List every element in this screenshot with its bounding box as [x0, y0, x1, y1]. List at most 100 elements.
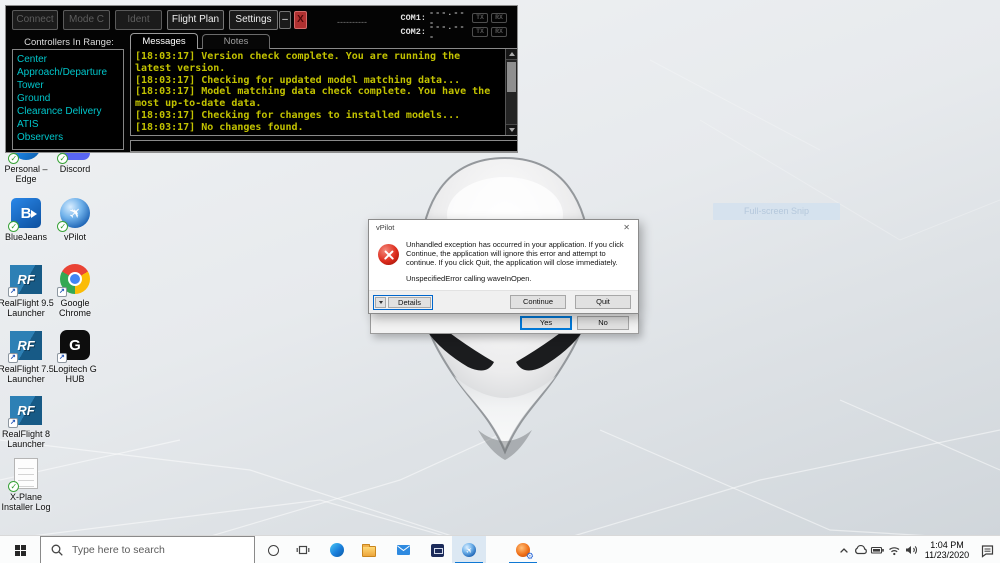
controller-group-tower[interactable]: Tower: [17, 79, 119, 92]
scroll-up-arrow[interactable]: [506, 49, 517, 60]
com1-tx-indicator[interactable]: TX: [472, 13, 488, 23]
search-icon: [50, 543, 64, 557]
connect-button[interactable]: Connect: [12, 10, 58, 30]
flight-plan-button[interactable]: Flight Plan: [167, 10, 224, 30]
clock-time: 1:04 PM: [920, 540, 974, 550]
shortcut-arrow-badge: [8, 353, 18, 363]
battery-icon: [870, 543, 885, 557]
system-tray: 1:04 PM 11/23/2020: [835, 536, 1000, 563]
desktop-icon-label: Logitech G HUB: [53, 364, 97, 384]
minimize-button[interactable]: –: [279, 11, 291, 29]
controllers-list: Center Approach/Departure Tower Ground C…: [12, 49, 124, 150]
desktop: Full-screen Snip Personal – Edge Discord…: [0, 0, 1000, 563]
desktop-icon-label: Discord: [60, 164, 91, 174]
confirm-dialog: Yes No: [370, 314, 639, 334]
wifi-tray-button[interactable]: [886, 536, 903, 563]
controller-group-atis[interactable]: ATIS: [17, 118, 119, 131]
taskbar-installer-app[interactable]: [506, 536, 540, 563]
taskbar-vpilot[interactable]: ✈: [452, 536, 486, 563]
cortana-button[interactable]: [256, 536, 290, 563]
mail-icon: [397, 545, 410, 555]
taskbar-edge[interactable]: [320, 536, 354, 563]
desktop-icon-label: Personal – Edge: [4, 164, 47, 184]
taskbar-search[interactable]: [40, 536, 255, 563]
error-message: Unhandled exception has occurred in your…: [406, 241, 632, 284]
orange-gear-app-icon: [516, 543, 530, 557]
task-view-button[interactable]: [286, 536, 320, 563]
error-icon: [378, 244, 399, 265]
taskbar-dark-app[interactable]: [420, 536, 454, 563]
com2-frequency: ---.---: [429, 22, 469, 42]
quit-button[interactable]: Quit: [575, 295, 631, 309]
controller-group-center[interactable]: Center: [17, 53, 119, 66]
log-line: [18:03:17] Model matching data check com…: [135, 86, 500, 110]
messages-panel: [18:03:17] Version check complete. You a…: [130, 48, 518, 136]
battery-tray-button[interactable]: [869, 536, 886, 563]
controller-group-approach[interactable]: Approach/Departure: [17, 66, 119, 79]
no-button[interactable]: No: [577, 316, 629, 330]
desktop-icon-vpilot[interactable]: ✈ vPilot: [43, 196, 107, 242]
tab-notes[interactable]: Notes: [202, 34, 270, 49]
edge-icon: [330, 543, 344, 557]
taskbar-clock[interactable]: 1:04 PM 11/23/2020: [920, 540, 974, 560]
yes-button[interactable]: Yes: [520, 316, 572, 330]
desktop-icon-label: vPilot: [64, 232, 86, 242]
action-center-button[interactable]: [974, 536, 1000, 563]
controller-group-ground[interactable]: Ground: [17, 92, 119, 105]
log-line: [18:03:17] Version check complete. You a…: [135, 51, 500, 75]
cloud-icon: [853, 543, 868, 557]
details-button[interactable]: Details: [373, 295, 433, 310]
vpilot-orb-icon: ✈: [462, 543, 476, 557]
close-button[interactable]: X: [294, 11, 307, 29]
scrollbar[interactable]: [505, 49, 517, 135]
controller-group-clearance[interactable]: Clearance Delivery: [17, 105, 119, 118]
desktop-icon-xplane-installer-log[interactable]: X-Plane Installer Log: [0, 456, 58, 512]
synced-check-badge: [57, 221, 68, 232]
network-status-text: ----------: [321, 17, 383, 27]
wifi-icon: [887, 543, 902, 557]
tab-messages[interactable]: Messages: [130, 33, 198, 49]
ident-button[interactable]: Ident: [115, 10, 162, 30]
tray-expand-button[interactable]: [835, 536, 852, 563]
start-button[interactable]: [0, 536, 40, 563]
desktop-icon-label: BlueJeans: [5, 232, 47, 242]
com1-label: COM1:: [396, 13, 426, 23]
dialog-footer: Details Continue Quit: [369, 290, 638, 313]
fullscreen-snip-remnant: Full-screen Snip: [713, 203, 840, 220]
scroll-down-arrow[interactable]: [506, 124, 517, 135]
com2-tx-indicator[interactable]: TX: [472, 27, 488, 37]
desktop-icon-google-chrome[interactable]: Google Chrome: [43, 262, 107, 318]
desktop-icon-label: RealFlight 8 Launcher: [2, 429, 50, 449]
cortana-icon: [268, 545, 279, 556]
windows-logo-icon: [15, 545, 26, 556]
onedrive-tray-button[interactable]: [852, 536, 869, 563]
controller-group-observers[interactable]: Observers: [17, 131, 119, 144]
desktop-icon-logitech-ghub[interactable]: G Logitech G HUB: [43, 328, 107, 384]
chevron-up-icon: [837, 543, 851, 557]
dark-app-icon: [431, 544, 444, 557]
taskbar: ✈: [0, 535, 1000, 563]
desktop-icon-realflight-8[interactable]: RF RealFlight 8 Launcher: [0, 393, 58, 449]
action-center-icon: [980, 543, 995, 558]
synced-check-badge: [57, 153, 68, 164]
error-body: Unhandled exception has occurred in your…: [406, 241, 632, 267]
com2-rx-indicator[interactable]: RX: [491, 27, 507, 37]
scrollbar-thumb[interactable]: [507, 62, 516, 92]
mode-c-button[interactable]: Mode C: [63, 10, 110, 30]
controllers-header: Controllers In Range:: [16, 37, 122, 48]
continue-button[interactable]: Continue: [510, 295, 566, 309]
taskbar-mail[interactable]: [386, 536, 420, 563]
com2-label: COM2:: [396, 27, 426, 37]
clock-date: 11/23/2020: [920, 550, 974, 560]
taskbar-file-explorer[interactable]: [352, 536, 386, 563]
com1-rx-indicator[interactable]: RX: [491, 13, 507, 23]
radio-text-input[interactable]: [130, 140, 518, 152]
log-line: [18:03:17] No changes found.: [135, 122, 500, 134]
details-expand-icon[interactable]: [375, 297, 386, 308]
task-view-icon: [296, 543, 310, 557]
search-input[interactable]: [72, 544, 232, 556]
close-icon[interactable]: ✕: [615, 223, 638, 232]
settings-button[interactable]: Settings: [229, 10, 278, 30]
file-explorer-icon: [362, 546, 376, 557]
volume-tray-button[interactable]: [903, 536, 920, 563]
